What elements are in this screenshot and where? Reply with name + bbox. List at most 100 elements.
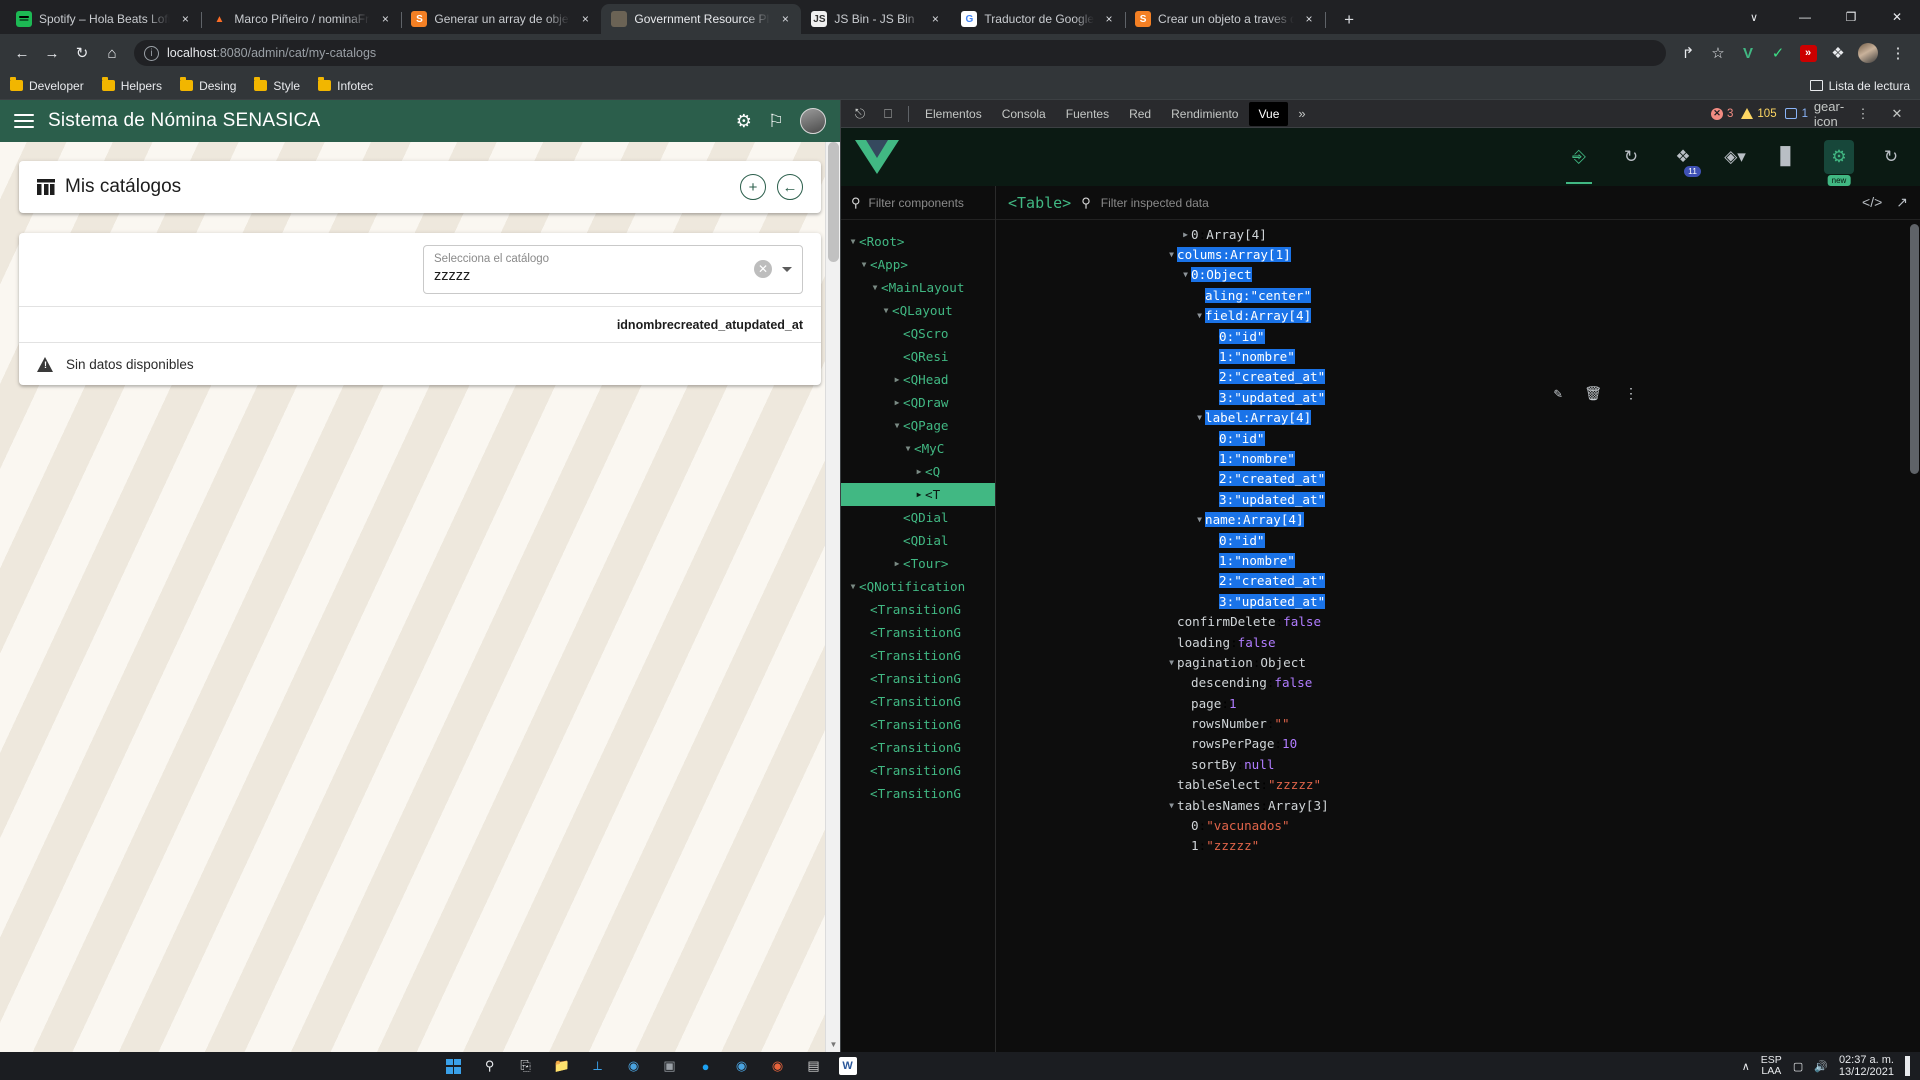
edge-icon[interactable]: ◉ xyxy=(623,1055,645,1077)
cursor-inspect-icon[interactable]: ⎋ xyxy=(847,102,873,126)
search-icon[interactable]: ⚲ xyxy=(479,1055,501,1077)
page-scrollbar[interactable]: ▲ ▼ xyxy=(825,142,840,1052)
data-row[interactable]: 1: "zzzzz" xyxy=(996,836,1920,856)
timeline-history-icon[interactable]: ↻ xyxy=(1616,140,1646,174)
component-tree-node[interactable]: <QDial xyxy=(841,529,995,552)
data-row[interactable]: loading: false xyxy=(996,632,1920,652)
data-row[interactable]: tableSelect: "zzzzz" xyxy=(996,775,1920,795)
component-tree-node[interactable]: <TransitionG xyxy=(841,667,995,690)
data-row[interactable]: ▼ field: Array[4] xyxy=(996,306,1920,326)
component-tree-node[interactable]: <QDial xyxy=(841,506,995,529)
language-indicator[interactable]: ESP LAA xyxy=(1761,1055,1782,1077)
component-tree-node[interactable]: <TransitionG xyxy=(841,644,995,667)
new-tab-button[interactable]: + xyxy=(1335,6,1363,34)
volume-icon[interactable]: 🔊 xyxy=(1814,1060,1828,1073)
tree-twisty-icon[interactable]: ▶ xyxy=(891,398,903,407)
data-row[interactable]: confirmDelete: false xyxy=(996,611,1920,631)
data-twisty-icon[interactable]: ▼ xyxy=(1166,658,1177,667)
red-extension-icon[interactable]: » xyxy=(1794,39,1822,67)
component-tree-node[interactable]: <TransitionG xyxy=(841,736,995,759)
bookmark-item[interactable]: Helpers xyxy=(101,77,162,93)
profile-avatar[interactable] xyxy=(1854,39,1882,67)
firefox-icon[interactable]: ◉ xyxy=(767,1055,789,1077)
tree-twisty-icon[interactable]: ▶ xyxy=(913,467,925,476)
clear-circle-icon[interactable]: ✕ xyxy=(754,260,772,278)
scroll-down-arrow[interactable]: ▼ xyxy=(826,1037,840,1052)
tab-search-button[interactable]: ∨ xyxy=(1726,1,1782,33)
notification-icon[interactable] xyxy=(1904,1056,1910,1076)
component-tree-node[interactable]: ▶ <QHead xyxy=(841,368,995,391)
data-row[interactable]: ▼ name: Array[4] xyxy=(996,509,1920,529)
vscode-icon[interactable]: ⟂ xyxy=(587,1055,609,1077)
component-tree-node[interactable]: <TransitionG xyxy=(841,598,995,621)
data-row[interactable]: 2: "created_at" xyxy=(996,469,1920,489)
bookmark-item[interactable]: Style xyxy=(254,77,300,93)
component-tree-node[interactable]: ▼ <QLayout xyxy=(841,299,995,322)
data-row[interactable]: 1: "nombre" xyxy=(996,346,1920,366)
data-row[interactable]: sortBy: null xyxy=(996,754,1920,774)
data-row[interactable]: ▼ colums: Array[1] xyxy=(996,244,1920,264)
data-row[interactable]: 2: "created_at" xyxy=(996,367,1920,387)
browser-tab-active[interactable]: Government Resource Planning × xyxy=(601,4,802,34)
bookmark-item[interactable]: Infotec xyxy=(318,77,373,93)
data-row[interactable]: 3: "updated_at" xyxy=(996,591,1920,611)
tree-twisty-icon[interactable]: ▼ xyxy=(847,237,859,246)
tree-twisty-icon[interactable]: ▶ xyxy=(891,559,903,568)
reading-list-button[interactable]: Lista de lectura xyxy=(1809,79,1910,93)
data-twisty-icon[interactable]: ▼ xyxy=(1180,270,1191,279)
gear-icon[interactable]: gear-icon xyxy=(1814,99,1844,129)
close-devtools-icon[interactable]: ✕ xyxy=(1884,102,1910,126)
data-row[interactable]: 3: "updated_at" xyxy=(996,489,1920,509)
data-twisty-icon[interactable]: ▼ xyxy=(1166,801,1177,810)
component-tree-node[interactable]: ▶ <Q xyxy=(841,460,995,483)
pinia-store-icon[interactable]: ❖ 11 xyxy=(1668,140,1701,177)
browser-tab[interactable]: S Crear un objeto a traves de un a × xyxy=(1125,4,1327,34)
bookmark-star-icon[interactable]: ☆ xyxy=(1704,39,1732,67)
gears-icon[interactable]: ⚙ xyxy=(736,111,752,132)
back-button[interactable]: ← xyxy=(8,39,36,67)
data-row[interactable]: aling: "center" xyxy=(996,285,1920,305)
browser-tab[interactable]: JS JS Bin - JS Bin × xyxy=(801,4,951,34)
component-tree-node[interactable]: <TransitionG xyxy=(841,690,995,713)
component-tree-node[interactable]: ▶ <Tour> xyxy=(841,552,995,575)
data-row[interactable]: 0: "id" xyxy=(996,428,1920,448)
kebab-menu-icon[interactable]: ⋮ xyxy=(1850,102,1876,126)
reload-button[interactable]: ↻ xyxy=(68,39,96,67)
data-row[interactable]: rowsNumber: "" xyxy=(996,713,1920,733)
bookmark-item[interactable]: Developer xyxy=(10,77,84,93)
message-badge[interactable]: 1 xyxy=(1784,108,1808,120)
data-row[interactable]: ▼ label: Array[4] xyxy=(996,408,1920,428)
data-row[interactable]: 0: "vacunados" xyxy=(996,815,1920,835)
tab-red[interactable]: Red xyxy=(1120,102,1160,126)
component-tree-node[interactable]: <QScro xyxy=(841,322,995,345)
close-window-button[interactable]: ✕ xyxy=(1874,1,1920,33)
warning-badge[interactable]: 105 xyxy=(1741,108,1777,120)
tab-close-button[interactable]: × xyxy=(1101,12,1117,26)
inspected-filter-placeholder[interactable]: Filter inspected data xyxy=(1101,196,1209,210)
tab-rendimiento[interactable]: Rendimiento xyxy=(1162,102,1247,126)
device-toolbar-icon[interactable]: ⎕ xyxy=(875,102,901,126)
data-row[interactable]: 1: "nombre" xyxy=(996,448,1920,468)
tree-twisty-icon[interactable]: ▶ xyxy=(891,375,903,384)
data-row[interactable]: 3: "updated_at" xyxy=(996,387,1920,407)
scrollbar-thumb[interactable] xyxy=(828,142,839,262)
address-bar[interactable]: i localhost:8080/admin/cat/my-catalogs xyxy=(134,40,1666,66)
twitter-icon[interactable]: ● xyxy=(695,1055,717,1077)
routes-icon[interactable]: ◈▾ xyxy=(1720,140,1750,174)
start-button[interactable] xyxy=(443,1055,465,1077)
components-tree-icon[interactable]: ⎆ xyxy=(1564,140,1594,184)
puzzle-extensions-icon[interactable]: ❖ xyxy=(1824,39,1852,67)
tree-twisty-icon[interactable]: ▶ xyxy=(913,490,925,499)
bookmark-item[interactable]: Desing xyxy=(180,77,236,93)
tree-twisty-icon[interactable]: ▼ xyxy=(891,421,903,430)
flag-icon[interactable]: ⚐ xyxy=(768,111,784,132)
kebab-menu-icon[interactable]: ⋮ xyxy=(1624,386,1638,402)
browser-tab[interactable]: G Traductor de Google × xyxy=(951,4,1127,34)
data-twisty-icon[interactable]: ▼ xyxy=(1194,515,1205,524)
trash-icon[interactable]: 🗑 xyxy=(1584,386,1602,402)
data-row[interactable]: rowsPerPage: 10 xyxy=(996,734,1920,754)
data-row[interactable]: page: 1 xyxy=(996,693,1920,713)
back-button[interactable]: ← xyxy=(777,174,803,200)
error-badge[interactable]: ✕ 3 xyxy=(1711,107,1733,120)
tab-close-button[interactable]: × xyxy=(177,12,193,26)
